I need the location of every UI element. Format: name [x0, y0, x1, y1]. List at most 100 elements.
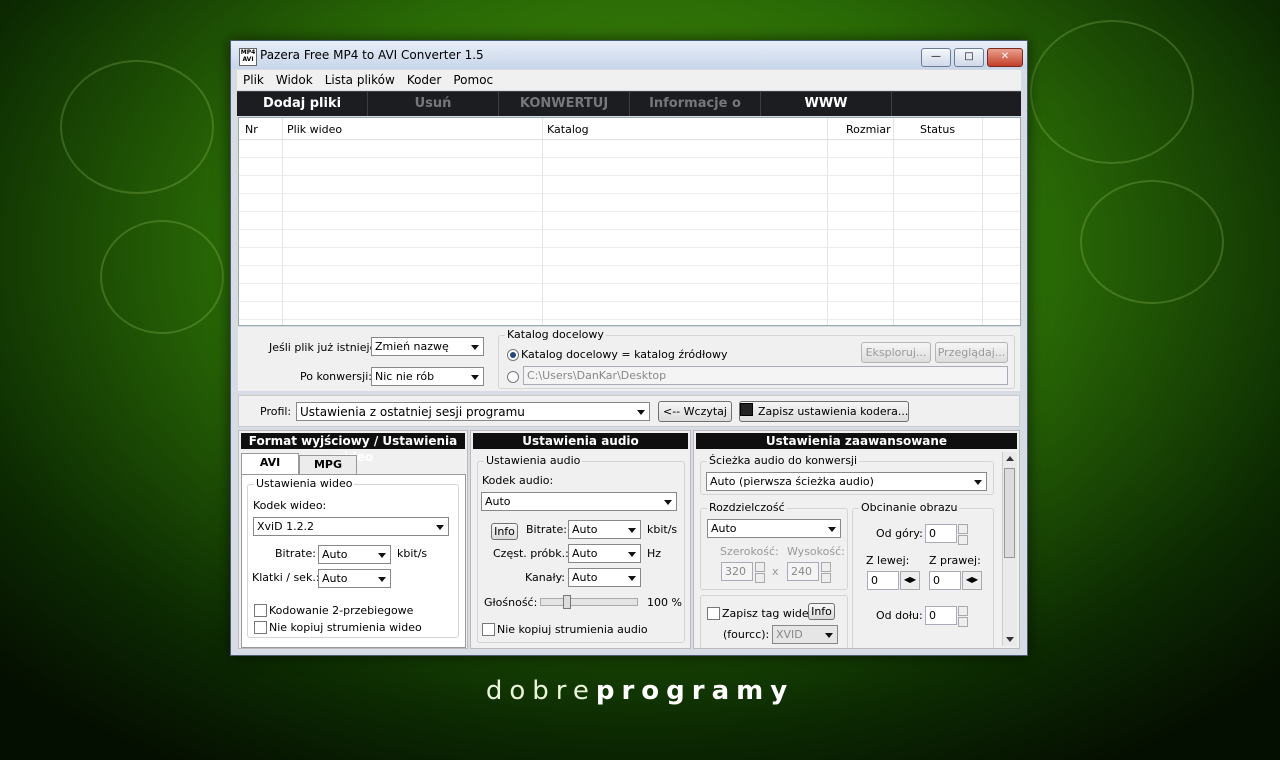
brand-light: dobre	[485, 676, 596, 706]
sample-rate-select[interactable]: Auto	[568, 544, 641, 563]
crop-top-input[interactable]: 0	[925, 524, 957, 543]
two-pass-label: Kodowanie 2-przebiegowe	[269, 604, 414, 617]
profile-select[interactable]: Ustawienia z ostatniej sesji programu	[296, 402, 650, 421]
height-value: 240	[791, 565, 812, 578]
load-profile-button[interactable]: <-- Wczytaj	[658, 401, 732, 422]
video-codec-select[interactable]: XviD 1.2.2	[253, 517, 449, 536]
two-pass-checkbox[interactable]	[254, 604, 267, 617]
browse-button[interactable]: Przeglądaj...	[935, 342, 1008, 363]
after-conversion-label: Po konwersji:	[300, 370, 372, 383]
scroll-thumb[interactable]	[1004, 468, 1015, 558]
video-tag-info-button[interactable]: Info	[808, 603, 835, 620]
audio-settings-title: Ustawienia audio	[484, 454, 583, 467]
brand-bold: programy	[595, 676, 795, 706]
close-button[interactable]: ✕	[987, 48, 1023, 67]
save-settings-button[interactable]: Zapisz ustawienia kodera...	[739, 401, 909, 422]
volume-slider[interactable]	[540, 595, 638, 609]
chevron-down-icon	[661, 495, 674, 508]
crop-bottom-label: Od dołu:	[876, 609, 923, 622]
target-path-input[interactable]: C:\Users\DanKar\Desktop	[523, 366, 1008, 385]
fourcc-select[interactable]: XVID	[772, 625, 838, 644]
convert-button[interactable]: KONWERTUJ	[499, 92, 630, 116]
maximize-button[interactable]: □	[954, 48, 984, 67]
chevron-down-icon	[825, 522, 838, 535]
toolbar: Dodaj pliki Usuń KONWERTUJ Informacje o …	[237, 91, 1021, 135]
menu-koder[interactable]: Koder	[401, 70, 448, 90]
crop-top-spinner[interactable]	[958, 524, 968, 545]
audio-codec-select[interactable]: Auto	[481, 492, 677, 511]
menu-widok[interactable]: Widok	[270, 70, 319, 90]
audio-bitrate-select[interactable]: Auto	[568, 520, 641, 539]
resolution-select[interactable]: Auto	[707, 519, 841, 538]
vertical-scrollbar[interactable]	[1002, 452, 1017, 646]
crop-top-value: 0	[929, 527, 936, 540]
width-input[interactable]: 320	[721, 562, 753, 581]
explore-button[interactable]: Eksploruj...	[861, 342, 931, 363]
video-settings-title: Ustawienia wideo	[254, 477, 355, 490]
minimize-button[interactable]: —	[921, 48, 951, 67]
crop-bottom-spinner[interactable]	[958, 606, 968, 627]
dimension-separator: x	[772, 565, 779, 578]
height-input[interactable]: 240	[787, 562, 819, 581]
audio-section-header: Ustawienia audio	[473, 433, 688, 449]
audio-track-value: Auto (pierwsza ścieżka audio)	[710, 475, 874, 488]
video-bitrate-unit: kbit/s	[397, 547, 428, 560]
crop-right-input[interactable]: 0	[929, 571, 961, 590]
advanced-section-header: Ustawienia zaawansowane	[696, 433, 1017, 449]
after-conversion-select[interactable]: Nic nie rób	[371, 367, 484, 386]
no-copy-audio-checkbox[interactable]	[482, 623, 495, 636]
empty-row	[239, 194, 1020, 212]
scroll-down-icon[interactable]	[1006, 637, 1014, 642]
fps-value: Auto	[322, 572, 348, 585]
remove-button[interactable]: Usuń	[368, 92, 499, 116]
add-files-button[interactable]: Dodaj pliki	[237, 92, 368, 116]
fps-label: Klatki / sek.:	[252, 571, 320, 584]
chevron-down-icon	[433, 520, 446, 533]
fps-select[interactable]: Auto	[318, 569, 391, 588]
title-bar[interactable]: MP4 AVI Pazera Free MP4 to AVI Converter…	[231, 41, 1027, 69]
options-panel: Jeśli plik już istnieje: Zmień nazwę Po …	[238, 327, 1020, 391]
volume-slider-thumb[interactable]	[563, 595, 571, 609]
video-tag-checkbox[interactable]	[707, 607, 720, 620]
column-plik-wideo-label: Plik wideo	[287, 123, 343, 136]
crop-bottom-input[interactable]: 0	[925, 606, 957, 625]
tab-mpg[interactable]: MPG	[299, 455, 357, 474]
channels-select[interactable]: Auto	[568, 568, 641, 587]
www-button[interactable]: WWW	[761, 92, 892, 116]
crop-left-input[interactable]: 0	[867, 571, 899, 590]
audio-info-button[interactable]: Info	[491, 523, 518, 540]
volume-label: Głośność:	[484, 596, 538, 609]
video-section-header: Format wyjściowy / Ustawienia wideo	[241, 433, 465, 464]
crop-right-spinner[interactable]: ◀▶	[962, 571, 982, 590]
save-settings-label: Zapisz ustawienia kodera...	[758, 405, 909, 418]
chevron-down-icon	[468, 340, 481, 353]
tab-avi[interactable]: AVI	[241, 453, 299, 474]
audio-track-select[interactable]: Auto (pierwsza ścieżka audio)	[706, 472, 987, 491]
crop-left-spinner[interactable]: ◀▶	[900, 571, 920, 590]
height-spinner[interactable]	[821, 562, 831, 583]
crop-right-value: 0	[933, 574, 940, 587]
floppy-icon	[740, 403, 753, 416]
no-copy-video-checkbox[interactable]	[254, 621, 267, 634]
chevron-down-icon	[625, 571, 638, 584]
custom-folder-radio[interactable]	[507, 371, 519, 383]
background-swirl	[60, 60, 214, 194]
width-spinner[interactable]	[755, 562, 765, 583]
file-list[interactable]: Nr Plik wideo Katalog Rozmiar Status	[238, 117, 1021, 326]
video-settings-group: Ustawienia wideo Kodek wideo: XviD 1.2.2…	[247, 477, 459, 638]
chevron-down-icon	[375, 572, 388, 585]
target-folder-group: Katalog docelowy Katalog docelowy = kata…	[498, 328, 1015, 389]
menu-plik[interactable]: Plik	[237, 70, 270, 90]
scroll-up-icon[interactable]	[1006, 456, 1014, 461]
audio-codec-label: Kodek audio:	[482, 474, 554, 487]
same-folder-label: Katalog docelowy = katalog źródłowy	[521, 348, 728, 361]
no-copy-audio-label: Nie kopiuj strumienia audio	[497, 623, 648, 636]
width-value: 320	[725, 565, 746, 578]
menu-lista-plikow[interactable]: Lista plików	[319, 70, 401, 90]
window-title: Pazera Free MP4 to AVI Converter 1.5	[260, 48, 484, 62]
same-folder-radio[interactable]	[507, 349, 519, 361]
menu-pomoc[interactable]: Pomoc	[447, 70, 499, 90]
if-exists-select[interactable]: Zmień nazwę	[371, 337, 484, 356]
video-bitrate-select[interactable]: Auto	[318, 545, 391, 564]
file-info-button[interactable]: Informacje o pliku	[630, 92, 761, 135]
